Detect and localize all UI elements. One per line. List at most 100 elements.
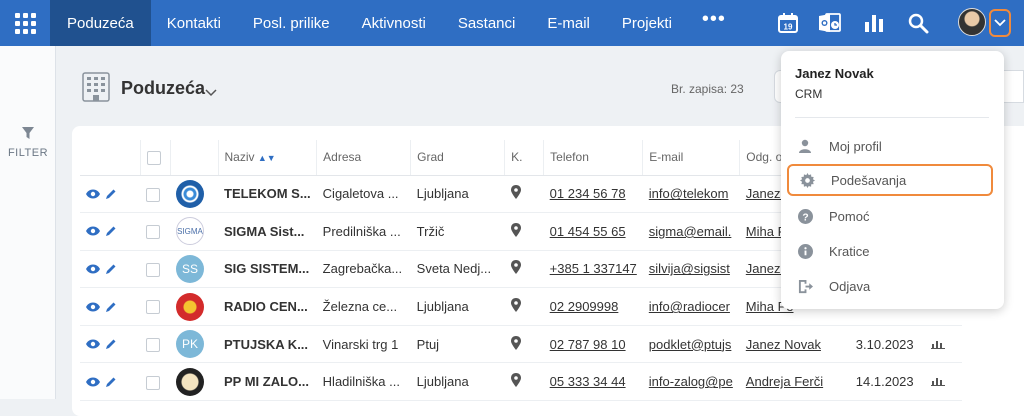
edit-pencil-icon[interactable] (105, 338, 117, 350)
search-icon[interactable] (906, 11, 930, 35)
user-menu-chevron-down-icon[interactable] (989, 9, 1011, 37)
column-header-name[interactable]: Naziv ▲▼ (217, 140, 317, 176)
column-header-email[interactable]: E-mail (642, 140, 740, 176)
map-pin-icon[interactable] (510, 260, 521, 275)
company-name[interactable]: PP MI ZALO... (218, 362, 317, 402)
table-row[interactable]: PK PTUJSKA K... Vinarski trg 1 Ptuj 02 787 9… (80, 325, 962, 364)
edit-pencil-icon[interactable] (105, 376, 117, 388)
more-menu-icon[interactable]: ••• (688, 8, 740, 31)
company-city: Ptuj (410, 325, 505, 364)
nav-tab-opportunities[interactable]: Posl. prilike (237, 0, 346, 46)
company-logo (176, 179, 204, 208)
company-phone-link[interactable]: 02 2909998 (550, 299, 619, 314)
row-checkbox[interactable] (146, 262, 160, 277)
company-phone-link[interactable]: +385 1 337147 (550, 261, 637, 276)
edit-pencil-icon[interactable] (105, 301, 117, 313)
menu-divider (795, 117, 989, 118)
info-icon (797, 243, 813, 259)
map-pin-icon[interactable] (510, 222, 521, 237)
menu-item-shortcuts[interactable]: Kratice (787, 235, 993, 267)
company-phone-link[interactable]: 01 454 55 65 (550, 224, 626, 239)
calendar-icon[interactable]: 19 (776, 11, 800, 35)
company-name[interactable]: PTUJSKA K... (218, 325, 317, 364)
company-phone-link[interactable]: 02 787 98 10 (550, 337, 626, 352)
nav-tab-contacts[interactable]: Kontakti (151, 0, 237, 46)
eye-icon[interactable] (86, 226, 100, 236)
company-email-link[interactable]: sigma@email. (649, 224, 732, 239)
left-sidebar: FILTER (0, 46, 56, 399)
company-owner-link[interactable]: Janez Novak (746, 337, 821, 352)
page-title[interactable]: Poduzeća (121, 78, 205, 99)
company-address: Cigaletova ... (316, 175, 411, 214)
company-city: Sveta Nedj... (410, 250, 505, 289)
company-name[interactable]: TELEKOM S... (218, 175, 317, 214)
company-logo (176, 292, 204, 321)
company-city: Ljubljana (410, 287, 505, 326)
company-email-link[interactable]: podklet@ptujs (649, 337, 732, 352)
company-phone-link[interactable]: 05 333 34 44 (550, 374, 626, 389)
filter-button[interactable]: FILTER (0, 126, 56, 159)
user-avatar[interactable] (958, 8, 986, 36)
menu-item-profile[interactable]: Moj profil (787, 130, 993, 162)
reports-icon[interactable] (862, 11, 886, 35)
nav-tab-email[interactable]: E-mail (531, 0, 606, 46)
company-email-link[interactable]: silvija@sigsist (649, 261, 730, 276)
nav-tab-projects[interactable]: Projekti (606, 0, 688, 46)
chart-icon[interactable] (930, 337, 945, 349)
app-launcher-icon[interactable] (0, 0, 50, 46)
last-activity-date: 14.1.2023 (849, 362, 914, 402)
eye-icon[interactable] (86, 264, 100, 274)
row-checkbox[interactable] (146, 337, 160, 352)
gear-icon (799, 172, 815, 188)
company-address: Predilniška ... (316, 212, 411, 251)
map-pin-icon[interactable] (510, 185, 521, 200)
table-row[interactable]: PP MI ZALO... Hladilniška ... Ljubljana 05 … (80, 362, 962, 402)
company-email-link[interactable]: info@telekom (649, 186, 729, 201)
edit-pencil-icon[interactable] (105, 225, 117, 237)
user-icon (797, 138, 813, 154)
nav-tab-activities[interactable]: Aktivnosti (346, 0, 442, 46)
select-all-checkbox[interactable] (146, 150, 161, 165)
user-name: Janez Novak (795, 66, 874, 81)
map-pin-icon[interactable] (510, 298, 521, 313)
company-logo: SS (176, 254, 204, 283)
last-activity-date: 3.10.2023 (849, 325, 914, 364)
row-checkbox[interactable] (146, 187, 160, 202)
chevron-down-icon[interactable] (205, 84, 217, 102)
eye-icon[interactable] (86, 339, 100, 349)
company-address: Zagrebačka... (316, 250, 411, 289)
company-email-link[interactable]: info-zalog@pe (649, 374, 733, 389)
company-name[interactable]: SIG SISTEM... (218, 250, 317, 289)
company-name[interactable]: RADIO CEN... (218, 287, 317, 326)
chart-icon[interactable] (930, 374, 945, 387)
eye-icon[interactable] (86, 189, 100, 199)
user-dropdown-menu: Janez Novak CRM Moj profil Podešavanja ?… (781, 51, 1004, 309)
eye-icon[interactable] (86, 302, 100, 312)
map-pin-icon[interactable] (510, 373, 521, 388)
company-phone-link[interactable]: 01 234 56 78 (550, 186, 626, 201)
map-pin-icon[interactable] (510, 335, 521, 350)
row-checkbox[interactable] (146, 225, 160, 240)
nav-tab-companies[interactable]: Poduzeća (50, 0, 151, 46)
help-icon: ? (797, 208, 813, 224)
sort-icon: ▲▼ (257, 153, 276, 164)
edit-pencil-icon[interactable] (105, 263, 117, 275)
company-name[interactable]: SIGMA Sist... (218, 212, 317, 251)
building-icon (82, 72, 110, 102)
nav-tab-meetings[interactable]: Sastanci (442, 0, 532, 46)
eye-icon[interactable] (86, 377, 100, 387)
menu-item-logout[interactable]: Odjava (787, 270, 993, 302)
outlook-icon[interactable] (818, 11, 842, 35)
column-header-address[interactable]: Adresa (316, 140, 411, 176)
row-checkbox[interactable] (146, 300, 160, 315)
menu-item-settings[interactable]: Podešavanja (787, 164, 993, 196)
edit-pencil-icon[interactable] (105, 188, 117, 200)
column-header-location[interactable]: K. (504, 140, 544, 176)
column-header-city[interactable]: Grad (410, 140, 505, 176)
company-email-link[interactable]: info@radiocer (649, 299, 730, 314)
record-count: Br. zapisa: 23 (671, 82, 744, 96)
company-owner-link[interactable]: Andreja Ferči (746, 374, 823, 389)
column-header-phone[interactable]: Telefon (543, 140, 643, 176)
row-checkbox[interactable] (146, 375, 160, 390)
menu-item-help[interactable]: ? Pomoć (787, 200, 993, 232)
